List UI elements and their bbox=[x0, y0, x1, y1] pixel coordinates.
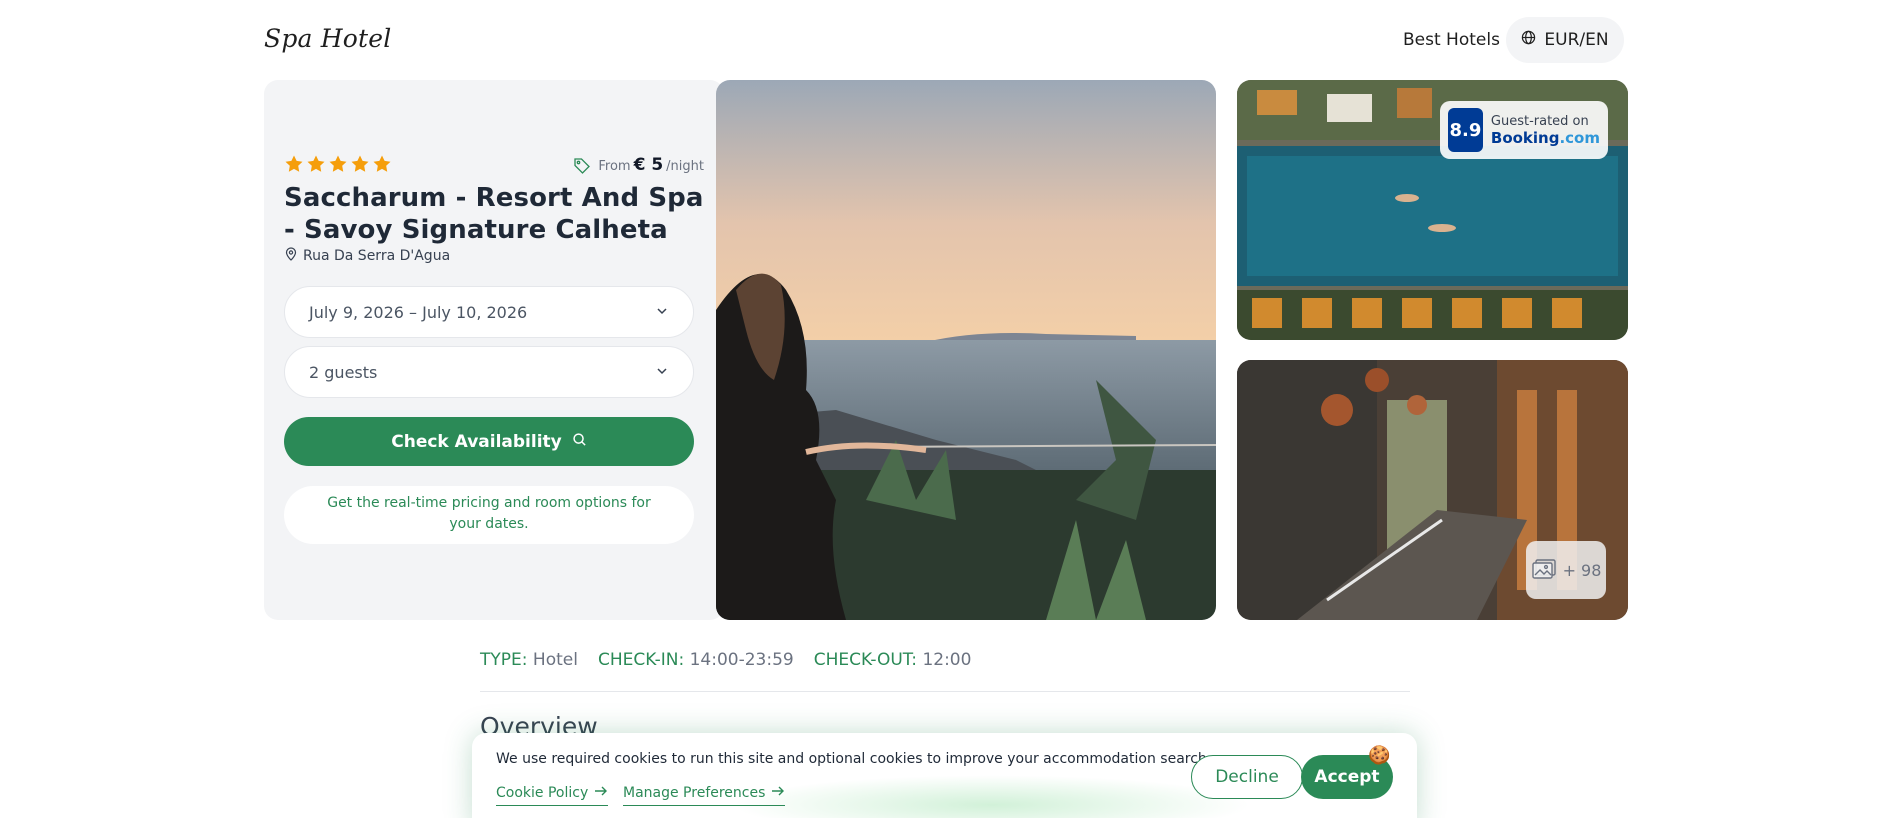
detail-checkin-value: 14:00-23:59 bbox=[689, 650, 794, 670]
pricing-info: Get the real-time pricing and room optio… bbox=[284, 486, 694, 544]
cookie-icon: 🍪 bbox=[1368, 745, 1391, 766]
address-text: Rua Da Serra D'Agua bbox=[303, 248, 451, 264]
arrow-right-icon bbox=[771, 785, 785, 801]
booking-rating-badge: 8.9 Guest-rated on Booking.com bbox=[1440, 101, 1608, 159]
rating-brand-name: Booking bbox=[1490, 129, 1560, 147]
cookie-message: We use required cookies to run this site… bbox=[496, 751, 1212, 767]
currency-label: EUR/EN bbox=[1544, 30, 1609, 50]
date-range-value: July 9, 2026 – July 10, 2026 bbox=[309, 302, 528, 322]
detail-checkin: CHECK-IN: 14:00-23:59 bbox=[597, 650, 794, 670]
cookie-policy-link[interactable]: Cookie Policy bbox=[496, 785, 609, 806]
detail-checkout-label: CHECK-OUT bbox=[813, 650, 912, 670]
detail-type-value: Hotel bbox=[532, 650, 578, 670]
cookie-policy-label: Cookie Policy bbox=[496, 785, 589, 801]
nav-best-hotels[interactable]: Best Hotels bbox=[1403, 30, 1500, 50]
currency-language-button[interactable]: EUR/EN bbox=[1506, 17, 1624, 63]
guests-selector[interactable]: 2 guests bbox=[284, 346, 694, 398]
section-divider bbox=[480, 691, 1410, 692]
rating-score: 8.9 bbox=[1448, 108, 1483, 152]
star-icon bbox=[328, 154, 348, 178]
price-from: From € 5 /night bbox=[573, 155, 704, 175]
price-prefix: From bbox=[598, 159, 631, 174]
check-availability-label: Check Availability bbox=[391, 431, 562, 452]
star-icon bbox=[372, 154, 392, 178]
booking-panel: From € 5 /night Saccharum - Resort And S… bbox=[264, 80, 724, 620]
hotel-photo-main[interactable] bbox=[716, 80, 1216, 620]
detail-checkout: CHECK-OUT: 12:00 bbox=[813, 650, 972, 670]
detail-checkin-label: CHECK-IN bbox=[597, 650, 679, 670]
guests-value: 2 guests bbox=[309, 362, 378, 382]
detail-type-label: TYPE bbox=[480, 650, 522, 670]
star-icon bbox=[350, 154, 370, 178]
hotel-name: Saccharum - Resort And Spa - Savoy Signa… bbox=[284, 183, 704, 245]
price-tag-icon bbox=[573, 156, 591, 174]
detail-type: TYPE: Hotel bbox=[480, 650, 578, 670]
location-pin-icon bbox=[284, 247, 298, 265]
arrow-right-icon bbox=[594, 785, 608, 801]
price-amount: € 5 bbox=[633, 155, 664, 175]
detail-checkout-value: 12:00 bbox=[922, 650, 972, 670]
more-photos-count: + 98 bbox=[1562, 560, 1602, 580]
gallery-icon bbox=[1531, 557, 1557, 583]
price-suffix: /night bbox=[666, 159, 704, 174]
manage-preferences-label: Manage Preferences bbox=[623, 785, 766, 801]
more-photos-button[interactable]: + 98 bbox=[1526, 541, 1606, 599]
star-icon bbox=[306, 154, 326, 178]
rating-brand: Booking.com bbox=[1491, 130, 1600, 147]
cookie-glow bbox=[732, 775, 1252, 818]
hotel-address: Rua Da Serra D'Agua bbox=[284, 247, 450, 265]
rating-text: Guest-rated on Booking.com bbox=[1491, 113, 1600, 147]
site-logo[interactable]: Spa Hotel bbox=[264, 24, 391, 53]
cookie-banner: We use required cookies to run this site… bbox=[472, 733, 1417, 818]
rating-caption: Guest-rated on bbox=[1490, 114, 1589, 129]
star-icon bbox=[284, 154, 304, 178]
hotel-details: TYPE: Hotel CHECK-IN: 14:00-23:59 CHECK-… bbox=[480, 650, 971, 670]
search-icon bbox=[572, 432, 587, 452]
star-rating bbox=[284, 154, 392, 178]
globe-icon bbox=[1521, 30, 1536, 50]
chevron-down-icon bbox=[655, 303, 669, 322]
check-availability-button[interactable]: Check Availability bbox=[284, 417, 694, 466]
decline-cookies-button[interactable]: Decline bbox=[1191, 755, 1303, 799]
manage-preferences-link[interactable]: Manage Preferences bbox=[623, 785, 786, 806]
rating-brand-suffix: .com bbox=[1559, 129, 1600, 147]
date-range-selector[interactable]: July 9, 2026 – July 10, 2026 bbox=[284, 286, 694, 338]
chevron-down-icon bbox=[655, 363, 669, 382]
